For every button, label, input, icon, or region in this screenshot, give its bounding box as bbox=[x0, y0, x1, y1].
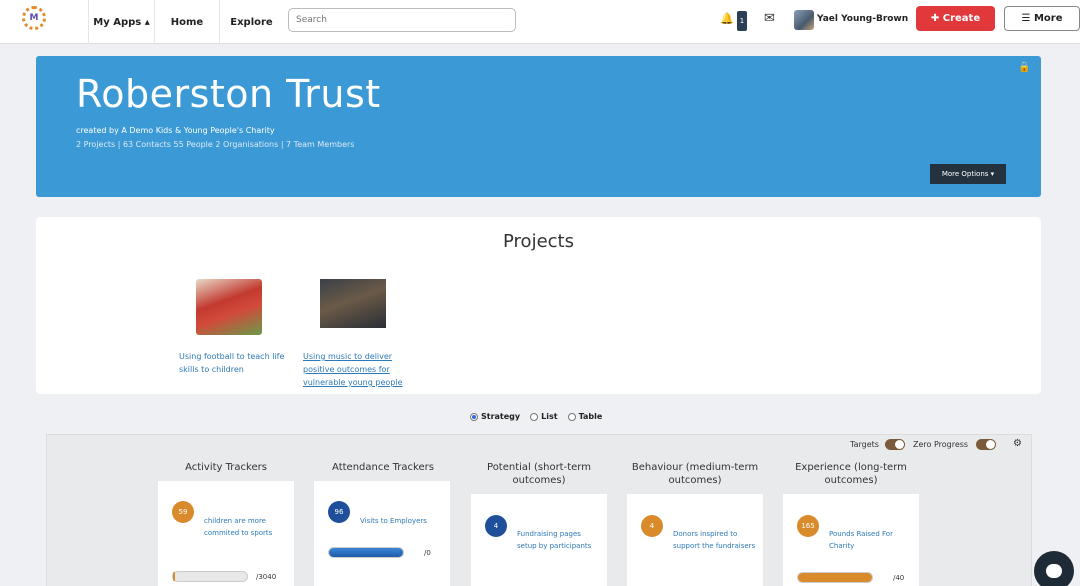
table-radio[interactable] bbox=[567, 412, 576, 421]
nav-explore[interactable]: Explore bbox=[219, 0, 283, 44]
top-navbar: M My Apps ▴ Home Explore 🔔 1 ✉ Yael Youn… bbox=[0, 0, 1080, 44]
progress-total: /0 bbox=[424, 549, 431, 557]
app-logo[interactable]: M bbox=[22, 6, 46, 30]
notification-badge[interactable]: 1 bbox=[737, 11, 747, 31]
project-thumbnail-music[interactable] bbox=[320, 279, 386, 328]
column-title: Attendance Trackers bbox=[332, 462, 434, 473]
progress-total: /3040 bbox=[256, 573, 277, 581]
column-title: Behaviour (medium-term outcomes) bbox=[631, 462, 759, 486]
projects-heading: Projects bbox=[503, 231, 574, 252]
count-badge: 4 bbox=[485, 515, 507, 537]
progress-fill bbox=[173, 572, 176, 581]
avatar[interactable] bbox=[794, 10, 814, 30]
count-badge: 4 bbox=[641, 515, 663, 537]
count-badge: 59 bbox=[172, 501, 194, 523]
view-strategy-option[interactable]: Strategy bbox=[470, 412, 520, 421]
strategy-radio[interactable] bbox=[470, 412, 478, 421]
my-apps-label: My Apps ▴ bbox=[93, 16, 150, 28]
tracker-card[interactable]: 59 children are more commited to sports … bbox=[158, 481, 294, 586]
user-name[interactable]: Yael Young-Brown bbox=[817, 14, 908, 24]
nav-home-label: Home bbox=[170, 16, 204, 28]
nav-explore-label: Explore bbox=[230, 16, 273, 28]
view-table-label: Table bbox=[578, 412, 603, 421]
chat-launcher[interactable] bbox=[1034, 551, 1074, 586]
zero-progress-toggle[interactable] bbox=[976, 439, 996, 450]
tracker-card[interactable]: 4 Fundraising pages setup by participant… bbox=[471, 494, 607, 586]
trust-banner: Roberston Trust created by A Demo Kids &… bbox=[36, 56, 1041, 197]
create-button[interactable]: ✚ Create bbox=[916, 6, 995, 31]
tracker-card[interactable]: 4 Donors inspired to support the fundrai… bbox=[627, 494, 763, 586]
view-mode-selector: Strategy List Table bbox=[470, 412, 602, 421]
count-badge: 96 bbox=[328, 501, 350, 523]
page-title: Roberston Trust bbox=[76, 72, 381, 116]
tracker-description[interactable]: children are more commited to sports bbox=[204, 515, 288, 539]
tracker-card[interactable]: 96 Visits to Employers /0 bbox=[314, 481, 450, 586]
trust-stats: 2 Projects | 63 Contacts 55 People 2 Org… bbox=[76, 140, 355, 149]
list-radio[interactable] bbox=[530, 412, 539, 421]
view-list-option[interactable]: List bbox=[530, 412, 558, 421]
strategy-board: Targets Zero Progress ⚙ Activity Tracker… bbox=[46, 434, 1032, 586]
column-title: Experience (long-term outcomes) bbox=[795, 462, 907, 486]
view-list-label: List bbox=[541, 412, 558, 421]
tracker-description[interactable]: Pounds Raised For Charity bbox=[829, 528, 913, 552]
progress-total: /40 bbox=[893, 574, 905, 582]
progress-fill bbox=[798, 573, 872, 582]
zero-progress-label: Zero Progress bbox=[913, 440, 969, 449]
logo-letter: M bbox=[29, 13, 39, 23]
project-link-music[interactable]: Using music to deliver positive outcomes… bbox=[303, 350, 413, 389]
progress-bar bbox=[172, 571, 248, 582]
bell-icon[interactable]: 🔔 bbox=[720, 12, 734, 25]
progress-bar bbox=[797, 572, 873, 583]
mail-icon[interactable]: ✉ bbox=[764, 11, 775, 26]
more-options-button[interactable]: More Options ▾ bbox=[930, 164, 1006, 184]
nav-home[interactable]: Home bbox=[154, 0, 219, 44]
search-input[interactable] bbox=[288, 8, 516, 32]
tracker-card[interactable]: 165 Pounds Raised For Charity /40 bbox=[783, 494, 919, 586]
project-link-football[interactable]: Using football to teach life skills to c… bbox=[179, 350, 289, 376]
tracker-description[interactable]: Fundraising pages setup by participants bbox=[517, 528, 601, 552]
my-apps-menu[interactable]: My Apps ▴ bbox=[88, 0, 154, 44]
count-badge: 165 bbox=[797, 515, 819, 537]
column-title: Potential (short-term outcomes) bbox=[487, 462, 591, 486]
chat-bubble-icon bbox=[1046, 564, 1062, 578]
tracker-description[interactable]: Donors inspired to support the fundraise… bbox=[673, 528, 757, 552]
projects-panel: Projects Using football to teach life sk… bbox=[36, 217, 1041, 394]
view-strategy-label: Strategy bbox=[481, 412, 521, 421]
project-thumbnail-football[interactable] bbox=[196, 279, 262, 335]
lock-icon: 🔒 bbox=[1018, 62, 1031, 73]
created-by-text: created by A Demo Kids & Young People's … bbox=[76, 126, 275, 135]
targets-toggle[interactable] bbox=[885, 439, 905, 450]
progress-fill bbox=[329, 548, 403, 557]
column-title: Activity Trackers bbox=[185, 462, 267, 473]
tracker-description[interactable]: Visits to Employers bbox=[360, 515, 444, 527]
gear-icon[interactable]: ⚙ bbox=[1013, 438, 1022, 449]
progress-bar bbox=[328, 547, 404, 558]
targets-label: Targets bbox=[850, 440, 879, 449]
view-table-option[interactable]: Table bbox=[567, 412, 603, 421]
more-button[interactable]: ☰ More bbox=[1004, 6, 1080, 31]
